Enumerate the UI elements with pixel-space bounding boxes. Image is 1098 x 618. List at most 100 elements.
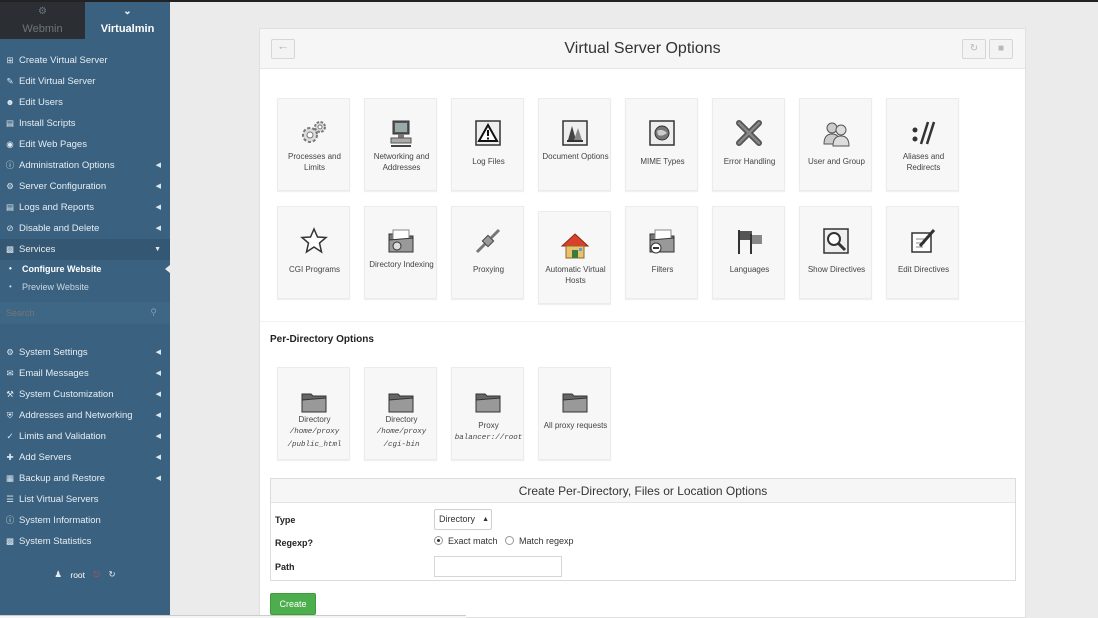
sidebar-item-label: Edit Virtual Server [19, 76, 96, 87]
type-select-value: Directory [439, 514, 476, 524]
logout-icon[interactable]: ⎋ [93, 569, 100, 580]
sidebar-item-system-statistics[interactable]: ▩ System Statistics [0, 531, 170, 552]
sidebar-item-system-settings[interactable]: ⚙ System Settings ◀ [0, 342, 170, 363]
refresh-button[interactable]: ↻ [962, 39, 986, 59]
tile-directory-public-html[interactable]: Directory/home/proxy /public_html [277, 367, 350, 460]
tile-directory-cgi-bin[interactable]: Directory/home/proxy /cgi-bin [364, 367, 437, 460]
tile-label: Proxy balancer://root [454, 420, 523, 444]
sidebar-item-create-virtual-server[interactable]: ⊞ Create Virtual Server [0, 50, 170, 71]
tile-directory-indexing[interactable]: Directory Indexing [364, 206, 437, 299]
tile-networking-and-addresses[interactable]: Networking and Addresses [364, 98, 437, 191]
sidebar-item-administration-options[interactable]: ⓘ Administration Options ◀ [0, 155, 170, 176]
tile-document-options[interactable]: Document Options [538, 98, 611, 191]
sidebar-item-label: Logs and Reports [19, 202, 94, 213]
sidebar-item-limits-and-validation[interactable]: ✓ Limits and Validation ◀ [0, 426, 170, 447]
tile-mime-types[interactable]: MIME Types [625, 98, 698, 191]
search-input[interactable] [0, 302, 170, 324]
divider [260, 321, 1025, 322]
sidebar-item-addresses-and-networking[interactable]: ⛨ Addresses and Networking ◀ [0, 405, 170, 426]
path-label: Path [275, 562, 295, 572]
tile-label: Document Options [542, 152, 609, 161]
sidebar-item-add-servers[interactable]: ✚ Add Servers ◀ [0, 447, 170, 468]
sitemap-icon: ▩ [5, 244, 15, 254]
tile-proxying[interactable]: Proxying [451, 206, 524, 299]
tile-cgi-programs[interactable]: CGI Programs [277, 206, 350, 299]
tile-languages[interactable]: Languages [712, 206, 785, 299]
sidebar-item-services[interactable]: ▩ Services ▼ [0, 239, 170, 260]
sidebar-item-edit-users[interactable]: ☻ Edit Users [0, 92, 170, 113]
tile-aliases-and-redirects[interactable]: Aliases and Redirects [886, 98, 959, 191]
panel-header: Virtual Server Options 🠐 ↻ ■ [260, 29, 1025, 69]
sidebar-item-label: Edit Web Pages [19, 139, 87, 150]
updown-arrow-icon: ▲ [482, 516, 489, 523]
ban-icon: ⊘ [6, 223, 14, 233]
sidebar-item-label: System Statistics [19, 536, 92, 547]
sidebar-item-disable-and-delete[interactable]: ⊘ Disable and Delete ◀ [0, 218, 170, 239]
tile-automatic-virtual-hosts[interactable]: Automatic Virtual Hosts [538, 211, 611, 304]
sidebar-item-backup-and-restore[interactable]: ▦ Backup and Restore ◀ [0, 468, 170, 489]
search-icon: ⚲ [150, 307, 157, 317]
refresh-icon: ↻ [969, 43, 979, 54]
sidebar: ⚙ Webmin ⌄ Virtualmin ⊞ Create Virtual Se… [0, 2, 170, 618]
create-button[interactable]: Create [270, 593, 316, 615]
tab-webmin[interactable]: ⚙ Webmin [0, 2, 85, 39]
list-icon: ☰ [6, 494, 14, 504]
flags-icon [733, 225, 765, 257]
per-directory-title: Per-Directory Options [270, 334, 374, 345]
tile-filters[interactable]: Filters [625, 206, 698, 299]
tile-processes-and-limits[interactable]: Processes and Limits [277, 98, 350, 191]
sidebar-subitem-preview-website[interactable]: • Preview Website [0, 278, 170, 296]
caret-left-icon: ◀ [155, 204, 161, 211]
back-button[interactable]: 🠐 [271, 39, 295, 59]
form-title: Create Per-Directory, Files or Location … [271, 479, 1015, 503]
sidebar-item-label: System Settings [19, 347, 88, 358]
sidebar-item-server-configuration[interactable]: ⚙ Server Configuration ◀ [0, 176, 170, 197]
refresh-icon[interactable]: ↻ [109, 569, 116, 580]
tile-label: Log Files [472, 157, 505, 166]
sidebar-subitem-label: Preview Website [22, 282, 89, 292]
sidebar-item-label: Create Virtual Server [19, 55, 108, 66]
tile-edit-directives[interactable]: Edit Directives [886, 206, 959, 299]
directory-label: Directory [385, 415, 418, 424]
envelope-icon: ✉ [6, 368, 14, 378]
sidebar-item-edit-virtual-server[interactable]: ✎ Edit Virtual Server [0, 71, 170, 92]
current-user[interactable]: root [70, 570, 85, 580]
sidebar-item-edit-web-pages[interactable]: ◉ Edit Web Pages [0, 134, 170, 155]
radio-label: Match regexp [519, 536, 574, 546]
tile-all-proxy-requests[interactable]: All proxy requests [538, 367, 611, 460]
edit-pencil-icon [907, 225, 939, 257]
radio-match-regexp[interactable]: Match regexp [505, 536, 574, 546]
sidebar-subitem-configure-website[interactable]: • Configure Website [0, 260, 170, 278]
sidebar-item-label: Disable and Delete [19, 223, 100, 234]
sidebar-item-label: System Information [19, 515, 101, 526]
mime-types-icon [646, 117, 678, 149]
webmin-icon: ⚙ [38, 6, 47, 17]
sidebar-footer: ♟ root ⎋ ↻ [0, 569, 170, 587]
radio-button[interactable] [505, 536, 514, 545]
tile-label: Filters [651, 265, 674, 274]
caret-left-icon: ◀ [155, 391, 161, 398]
tile-show-directives[interactable]: Show Directives [799, 206, 872, 299]
sidebar-item-install-scripts[interactable]: ▤ Install Scripts [0, 113, 170, 134]
save-icon: ▦ [5, 473, 15, 483]
sidebar-item-logs-and-reports[interactable]: ▤ Logs and Reports ◀ [0, 197, 170, 218]
sidebar-item-list-virtual-servers[interactable]: ☰ List Virtual Servers [0, 489, 170, 510]
sidebar-item-label: Addresses and Networking [19, 410, 133, 421]
tile-user-and-group[interactable]: User and Group [799, 98, 872, 191]
path-input[interactable] [434, 556, 562, 577]
bar-chart-icon: ▩ [5, 536, 15, 546]
users-icon: ☻ [5, 97, 15, 107]
type-select[interactable]: Directory ▲ [434, 509, 492, 530]
radio-button-checked[interactable] [434, 536, 443, 545]
sidebar-item-system-customization[interactable]: ⚒ System Customization ◀ [0, 384, 170, 405]
tile-log-files[interactable]: Log Files [451, 98, 524, 191]
tile-proxy-balancer[interactable]: Proxy balancer://root [451, 367, 524, 460]
tab-virtualmin[interactable]: ⌄ Virtualmin [85, 2, 170, 39]
sidebar-item-system-information[interactable]: ⓘ System Information [0, 510, 170, 531]
tile-label: CGI Programs [288, 265, 341, 274]
radio-exact-match[interactable]: Exact match [434, 536, 498, 546]
tile-error-handling[interactable]: Error Handling [712, 98, 785, 191]
wrench-icon: ⚒ [6, 389, 14, 399]
stop-button[interactable]: ■ [989, 39, 1013, 59]
sidebar-item-email-messages[interactable]: ✉ Email Messages ◀ [0, 363, 170, 384]
